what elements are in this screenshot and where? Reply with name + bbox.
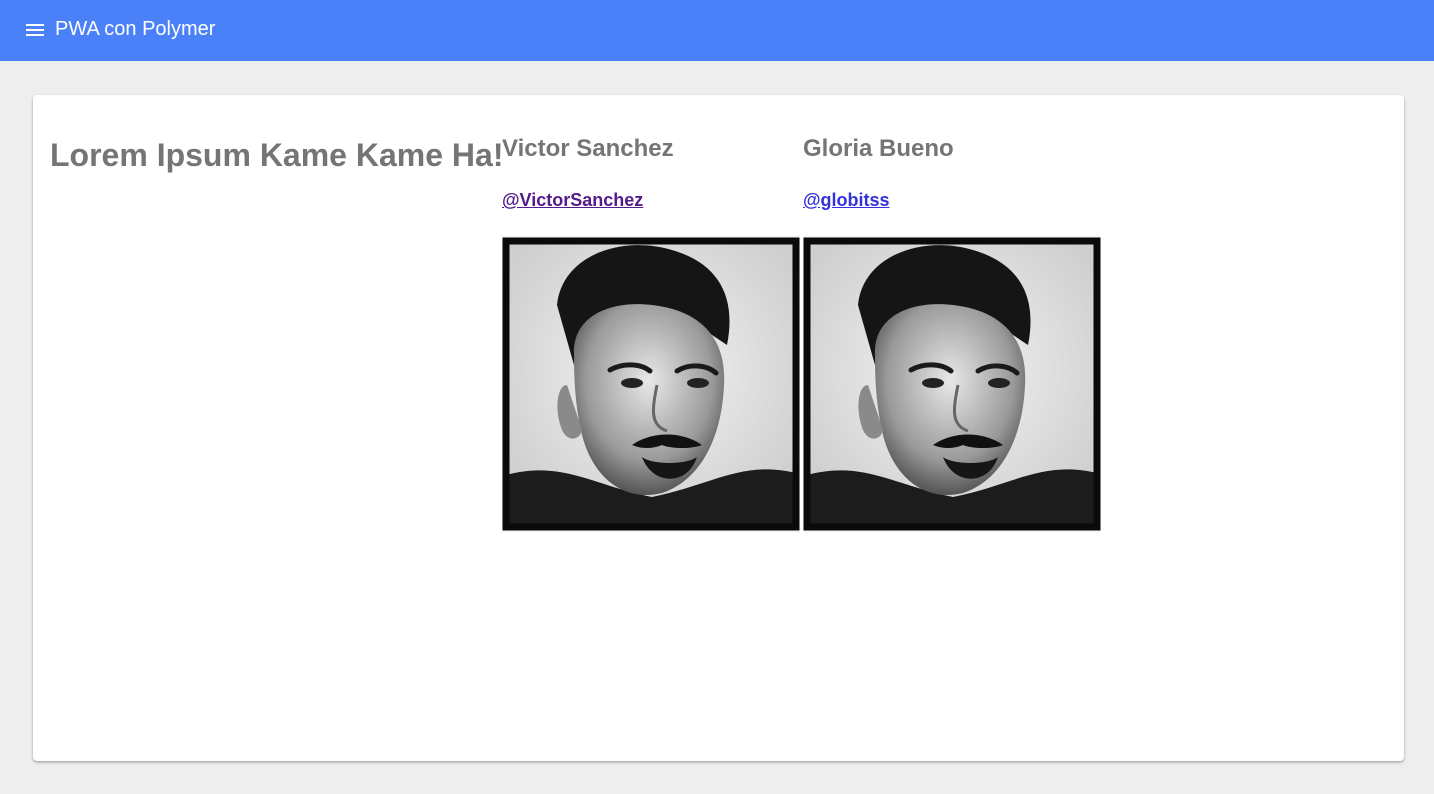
profile-photo [502, 235, 800, 533]
app-toolbar: PWA con Polymer [0, 0, 1434, 61]
profile-handle-link[interactable]: @globitss [803, 189, 890, 211]
page-headline: Lorem Ipsum Kame Kame Ha! [50, 137, 504, 173]
app-title: PWA con Polymer [55, 18, 216, 40]
profile-name: Gloria Bueno [803, 135, 954, 162]
profile-handle-link[interactable]: @VictorSanchez [502, 189, 643, 211]
menu-icon [26, 24, 44, 36]
content-card: Lorem Ipsum Kame Kame Ha! Victor Sanchez… [33, 95, 1404, 761]
profile-card-victor: Victor Sanchez @VictorSanchez [502, 135, 802, 533]
menu-button[interactable] [24, 20, 46, 40]
profile-photo [803, 235, 1101, 533]
profile-card-gloria: Gloria Bueno @globitss [803, 135, 1103, 533]
profile-name: Victor Sanchez [502, 135, 674, 162]
